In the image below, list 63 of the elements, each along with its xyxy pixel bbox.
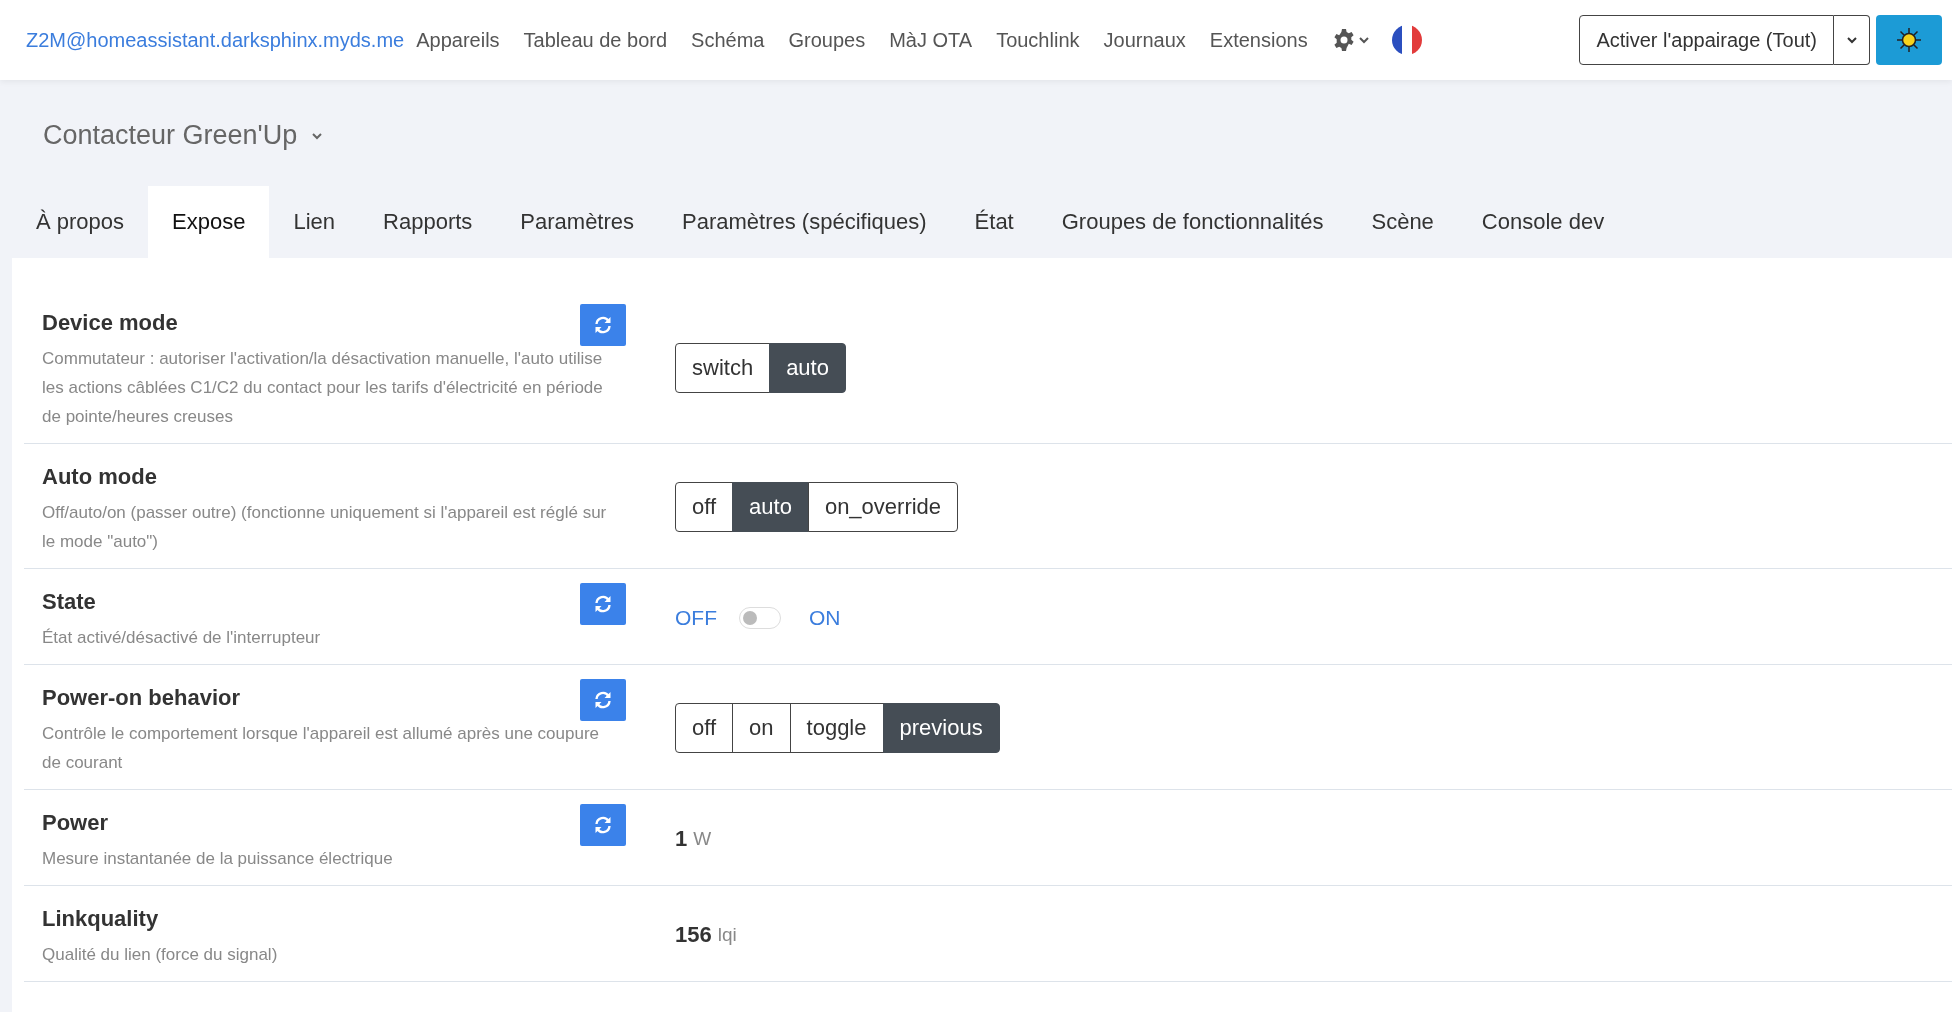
refresh-button[interactable] xyxy=(580,804,626,846)
refresh-icon xyxy=(593,315,613,335)
field-description: Mesure instantanée de la puissance électrique xyxy=(42,848,394,870)
pairing-button[interactable]: Activer l'appairage (Tout) xyxy=(1579,15,1834,65)
tab[interactable]: Scène xyxy=(1347,186,1458,258)
option-button[interactable]: on xyxy=(732,703,791,753)
caret-icon xyxy=(311,130,324,141)
field-title: Device mode xyxy=(42,310,178,336)
option-button[interactable]: on_override xyxy=(807,482,959,532)
off-label: OFF xyxy=(675,605,717,630)
field-title: State xyxy=(42,589,96,615)
nav-link[interactable]: Schéma xyxy=(691,28,765,52)
refresh-button[interactable] xyxy=(580,583,626,625)
tab[interactable]: Paramètres xyxy=(496,186,659,258)
field-description: Qualité du lien (force du signal) xyxy=(42,944,279,966)
field-description: Commutateur : autoriser l'activation/la désactivation manuelle, l'auto utilise les actions câblées C1/C2 du contact pour les tarifs d'électricité en période de pointe/heures creuses xyxy=(42,348,604,428)
refresh-icon xyxy=(593,815,613,835)
unit-text: lqi xyxy=(717,923,737,946)
option-button[interactable]: off xyxy=(675,703,734,753)
refresh-button[interactable] xyxy=(580,679,626,721)
option-button[interactable]: toggle xyxy=(789,703,884,753)
value-text: 1 xyxy=(675,825,688,852)
nav-link[interactable]: Appareils xyxy=(416,28,500,52)
nav-link[interactable]: Tableau de bord xyxy=(523,28,668,52)
caret-icon xyxy=(1357,35,1370,45)
option-button[interactable]: previous xyxy=(882,703,1000,753)
tab[interactable]: Lien xyxy=(269,186,360,258)
value-text: 156 xyxy=(675,921,712,948)
sun-icon xyxy=(1896,27,1922,53)
caret-icon xyxy=(1845,35,1858,45)
field-title: Auto mode xyxy=(42,464,157,490)
pairing-dropdown-button[interactable] xyxy=(1834,15,1870,65)
brand-link[interactable]: Z2M@homeassistant.darksphinx.myds.me xyxy=(26,28,405,52)
unit-text: W xyxy=(693,827,712,850)
nav-link[interactable]: MàJ OTA xyxy=(889,28,973,52)
field-description: État activé/désactivé de l'interrupteur xyxy=(42,627,322,649)
on-label: ON xyxy=(809,605,841,630)
option-button[interactable]: switch xyxy=(675,342,771,393)
nav-link[interactable]: Journaux xyxy=(1103,28,1186,52)
option-button[interactable]: off xyxy=(675,482,734,532)
field-title: Power-on behavior xyxy=(42,685,241,711)
refresh-icon xyxy=(593,594,613,614)
field-description: Contrôle le comportement lorsque l'appareil est allumé après une coupure de courant xyxy=(42,723,600,774)
device-selector[interactable]: Contacteur Green'Up xyxy=(43,120,324,151)
option-button[interactable]: auto xyxy=(769,342,846,393)
nav-link[interactable]: Touchlink xyxy=(996,28,1080,52)
refresh-icon xyxy=(593,690,613,710)
tab[interactable]: Groupes de fonctionnalités xyxy=(1037,186,1348,258)
nav-link[interactable]: Groupes xyxy=(788,28,866,52)
field-title: Power xyxy=(42,810,109,836)
theme-button[interactable] xyxy=(1876,15,1942,65)
option-button[interactable]: auto xyxy=(732,482,809,532)
language-flag-icon[interactable] xyxy=(1391,25,1422,55)
tab[interactable]: Console dev xyxy=(1457,186,1629,258)
nav-link[interactable]: Extensions xyxy=(1209,28,1308,52)
field-description: Off/auto/on (passer outre) (fonctionne uniquement si l'appareil est réglé sur le mode "auto") xyxy=(42,502,608,553)
tab[interactable]: État xyxy=(950,186,1038,258)
field-title: Linkquality xyxy=(42,906,159,932)
tab[interactable]: Rapports xyxy=(359,186,497,258)
tab[interactable]: À propos xyxy=(12,186,149,258)
tab[interactable]: Paramètres (spécifiques) xyxy=(658,186,951,258)
tab[interactable]: Expose xyxy=(148,186,270,258)
refresh-button[interactable] xyxy=(580,304,626,346)
